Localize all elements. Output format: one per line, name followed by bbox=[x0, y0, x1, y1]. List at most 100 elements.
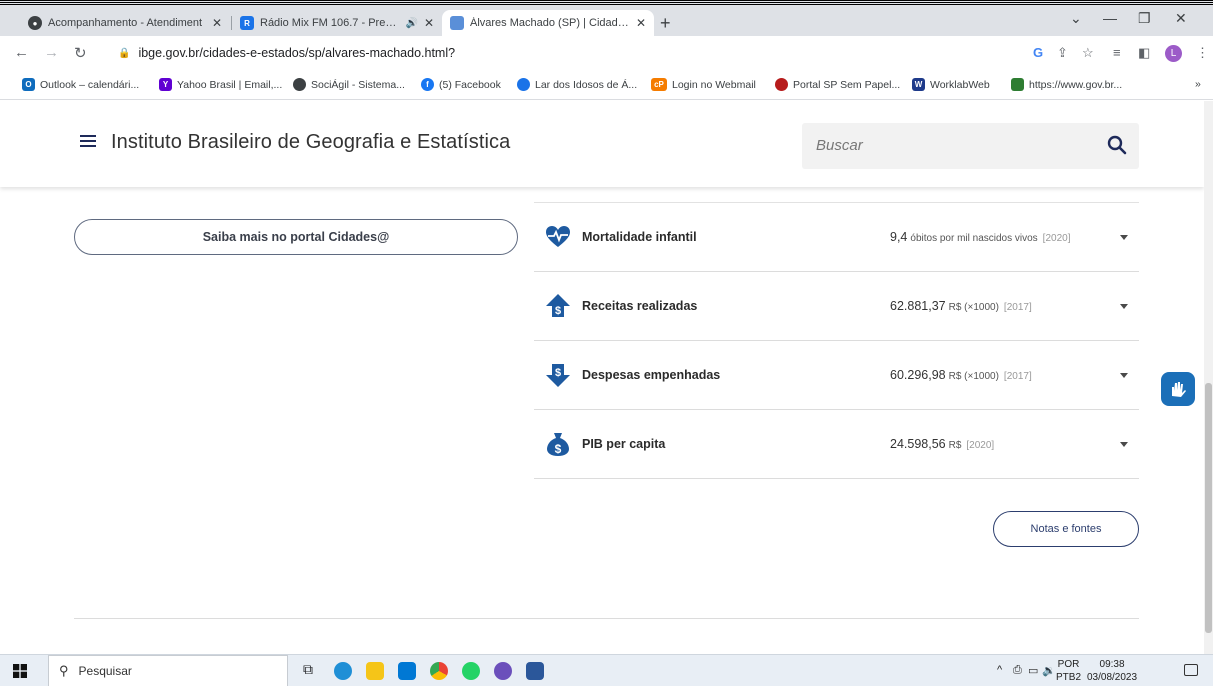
bookmark-outlook[interactable]: O Outlook – calendári... bbox=[22, 78, 139, 91]
tab-acompanhamento[interactable]: ● Acompanhamento - Atendiment ✕ bbox=[20, 10, 230, 36]
indicator-unit: R$ bbox=[948, 440, 962, 451]
bookmark-sociagil[interactable]: SociÁgil - Sistema... bbox=[293, 78, 405, 91]
indicator-number: 9,4 bbox=[890, 230, 908, 244]
svg-text:$: $ bbox=[555, 305, 561, 317]
chevron-down-icon[interactable] bbox=[1120, 303, 1128, 309]
bookmark-facebook[interactable]: f (5) Facebook bbox=[421, 78, 501, 91]
taskbar-search-placeholder: Pesquisar bbox=[78, 664, 132, 678]
chevron-down-icon[interactable] bbox=[1120, 234, 1128, 240]
bookmark-label: WorklabWeb bbox=[930, 78, 990, 91]
browser-toolbar: ← → ↻ 🔒 ibge.gov.br/cidades-e-estados/sp… bbox=[0, 36, 1213, 70]
tab-title: Álvares Machado (SP) | Cidades e bbox=[470, 17, 630, 29]
close-tab-icon[interactable]: ✕ bbox=[212, 16, 222, 30]
page-scrollbar[interactable] bbox=[1204, 101, 1213, 654]
chevron-down-icon[interactable] bbox=[1120, 441, 1128, 447]
close-tab-icon[interactable]: ✕ bbox=[636, 16, 646, 30]
more-bookmarks-icon[interactable]: » bbox=[1195, 78, 1201, 90]
word-icon[interactable] bbox=[526, 662, 544, 680]
tab-radio-mix[interactable]: R Rádio Mix FM 106.7 - Preside 🔊 ✕ bbox=[232, 10, 442, 36]
tab-alvares-machado[interactable]: Álvares Machado (SP) | Cidades e ✕ bbox=[442, 10, 654, 36]
reading-list-icon[interactable]: ≡ bbox=[1113, 45, 1121, 60]
network-icon[interactable]: ▭ bbox=[1028, 664, 1038, 677]
chevron-down-icon[interactable] bbox=[1120, 372, 1128, 378]
worklab-icon: W bbox=[912, 78, 925, 91]
search-box bbox=[802, 123, 1139, 169]
bookmark-yahoo[interactable]: Y Yahoo Brasil | Email,... bbox=[159, 78, 282, 91]
new-tab-button[interactable]: + bbox=[660, 13, 671, 34]
kebab-menu-icon[interactable]: ⋮ bbox=[1196, 45, 1209, 61]
saiba-mais-button[interactable]: Saiba mais no portal Cidades@ bbox=[74, 219, 518, 255]
bookmark-webmail[interactable]: cP Login no Webmail bbox=[651, 78, 756, 91]
file-explorer-icon[interactable] bbox=[366, 662, 384, 680]
side-panel-icon[interactable]: ◧ bbox=[1138, 45, 1150, 61]
mail-icon[interactable] bbox=[398, 662, 416, 680]
profile-avatar[interactable]: L bbox=[1165, 45, 1182, 62]
bookmark-worklab[interactable]: W WorklabWeb bbox=[912, 78, 990, 91]
vlibras-accessibility-button[interactable] bbox=[1161, 372, 1195, 406]
footer-divider bbox=[74, 618, 1139, 619]
portal-sp-icon bbox=[775, 78, 788, 91]
tab-search-chevron-icon[interactable]: ⌄ bbox=[1070, 10, 1082, 27]
bookmark-label: Lar dos Idosos de Á... bbox=[535, 78, 638, 91]
volume-icon[interactable]: 🔉 bbox=[1042, 664, 1056, 677]
taskbar-clock[interactable]: 09:38 03/08/2023 bbox=[1087, 658, 1137, 684]
bookmark-label: (5) Facebook bbox=[439, 78, 501, 91]
taskbar-search-box[interactable]: ⚲ Pesquisar bbox=[48, 655, 288, 686]
bookmarks-bar: O Outlook – calendári... Y Yahoo Brasil … bbox=[0, 70, 1213, 100]
tray-chevron-up-icon[interactable]: ^ bbox=[997, 664, 1002, 676]
edge-browser-icon[interactable] bbox=[334, 662, 352, 680]
back-arrow-icon[interactable]: ← bbox=[14, 44, 29, 61]
bookmark-lar-idosos[interactable]: Lar dos Idosos de Á... bbox=[517, 78, 637, 91]
hamburger-menu-icon[interactable] bbox=[80, 135, 96, 147]
whatsapp-icon[interactable] bbox=[462, 662, 480, 680]
audio-playing-icon[interactable]: 🔊 bbox=[405, 18, 417, 29]
indicator-label: Despesas empenhadas bbox=[582, 368, 721, 382]
lang-top: POR bbox=[1057, 659, 1080, 670]
forward-arrow-icon[interactable]: → bbox=[44, 44, 59, 61]
indicator-number: 60.296,98 bbox=[890, 368, 946, 382]
indicator-year: [2020] bbox=[1042, 233, 1071, 244]
notification-center-icon[interactable] bbox=[1184, 664, 1198, 676]
close-tab-icon[interactable]: ✕ bbox=[424, 16, 434, 30]
facebook-icon: f bbox=[421, 78, 434, 91]
outlook-icon: O bbox=[22, 78, 35, 91]
windows-start-icon[interactable] bbox=[13, 664, 27, 678]
indicator-label: PIB per capita bbox=[582, 437, 666, 451]
indicator-label: Receitas realizadas bbox=[582, 299, 698, 313]
indicator-number: 24.598,56 bbox=[890, 437, 946, 451]
bookmark-label: Outlook – calendári... bbox=[40, 78, 140, 91]
scrollbar-thumb[interactable] bbox=[1205, 383, 1212, 633]
bookmark-gov-br[interactable]: https://www.gov.br... bbox=[1011, 78, 1122, 91]
sociagil-icon bbox=[293, 78, 306, 91]
reload-icon[interactable]: ↻ bbox=[74, 44, 87, 62]
indicator-row-receitas[interactable]: $ Receitas realizadas 62.881,37 R$ (×1000… bbox=[534, 272, 1139, 341]
indicator-row-despesas[interactable]: $ Despesas empenhadas 60.296,98 R$ (×1000… bbox=[534, 341, 1139, 410]
indicator-row-pib[interactable]: $ PIB per capita 24.598,56 R$ [2020] bbox=[534, 410, 1139, 479]
svg-text:$: $ bbox=[555, 442, 562, 456]
restore-icon[interactable]: ❐ bbox=[1138, 10, 1151, 27]
task-view-icon[interactable]: ⧉ bbox=[303, 661, 321, 679]
google-translate-icon[interactable]: G bbox=[1033, 45, 1043, 60]
lock-icon[interactable]: 🔒 bbox=[118, 48, 130, 59]
chrome-icon[interactable] bbox=[430, 662, 448, 680]
close-window-icon[interactable]: ✕ bbox=[1175, 10, 1187, 27]
url-text[interactable]: ibge.gov.br/cidades-e-estados/sp/alvares… bbox=[138, 46, 455, 60]
search-input[interactable] bbox=[816, 137, 1096, 154]
indicator-unit: R$ (×1000) bbox=[948, 302, 999, 313]
page-viewport: Instituto Brasileiro de Geografia e Esta… bbox=[0, 101, 1204, 654]
address-bar[interactable]: 🔒 ibge.gov.br/cidades-e-estados/sp/alvar… bbox=[104, 40, 1024, 66]
bookmark-star-icon[interactable]: ☆ bbox=[1082, 45, 1094, 61]
site-title[interactable]: Instituto Brasileiro de Geografia e Esta… bbox=[111, 131, 510, 154]
indicator-value: 24.598,56 R$ [2020] bbox=[890, 437, 994, 451]
copilot-icon[interactable] bbox=[494, 662, 512, 680]
search-icon[interactable] bbox=[1107, 135, 1127, 155]
indicator-value: 60.296,98 R$ (×1000) [2017] bbox=[890, 368, 1032, 382]
notas-e-fontes-button[interactable]: Notas e fontes bbox=[993, 511, 1139, 547]
minimize-icon[interactable]: — bbox=[1103, 10, 1117, 26]
bookmark-portal-sp[interactable]: Portal SP Sem Papel... bbox=[775, 78, 900, 91]
input-language-indicator[interactable]: POR PTB2 bbox=[1056, 658, 1081, 684]
indicator-row-mortalidade[interactable]: Mortalidade infantil 9,4 óbitos por mil n… bbox=[534, 203, 1139, 272]
svg-text:$: $ bbox=[555, 367, 561, 379]
meet-now-icon[interactable]: ⎙ bbox=[1013, 664, 1022, 677]
share-icon[interactable]: ⇪ bbox=[1057, 45, 1068, 61]
